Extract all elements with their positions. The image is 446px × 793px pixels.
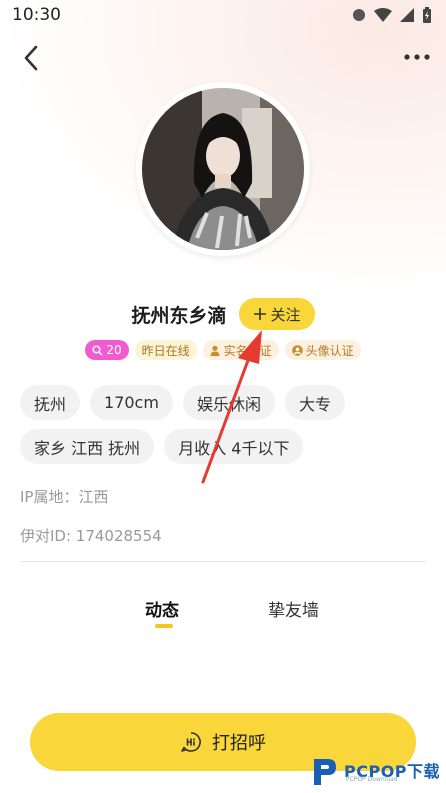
user-id: 伊对ID: 174028554 [20,527,162,545]
tag-city: 抚州 [20,385,81,420]
search-count-label: 20 [106,343,122,357]
chat-hi-icon [181,732,201,752]
signal-dot-icon [353,9,365,21]
real-name-verified-badge: 实名认证 [202,340,279,360]
status-time: 10:30 [12,5,61,25]
real-name-verified-label: 实名认证 [223,343,272,358]
more-options-icon[interactable] [404,50,430,64]
avatar-verified-label: 头像认证 [305,343,354,358]
avatar-photo [142,88,304,250]
search-icon [92,344,103,356]
online-status-badge: 昨日在线 [134,340,197,360]
watermark: PCPOP下载 PCPOP Download [310,752,446,788]
tab-active-indicator [155,624,173,628]
avatar-verified-icon [291,344,303,356]
battery-icon [423,7,431,23]
tag-hobby: 娱乐休闲 [182,385,275,420]
name-row: 抚州东乡滴 关注 [0,296,446,332]
person-verified-icon [210,345,220,356]
greet-button-label: 打招呼 [212,733,266,754]
tag-hometown: 家乡 江西 抚州 [20,429,155,464]
cell-signal-icon [400,8,414,22]
tag-education: 大专 [284,385,345,420]
profile-name: 抚州东乡滴 [131,304,227,327]
avatar[interactable] [142,88,304,250]
divider [20,561,426,562]
ip-location: IP属地：江西 [20,488,109,506]
avatar-verified-badge: 头像认证 [284,340,361,360]
plus-icon [253,308,266,320]
status-icons [352,7,432,23]
profile-tags: 抚州 170cm 娱乐休闲 大专 家乡 江西 抚州 月收入 4千以下 [20,385,430,464]
badges-row: 20 昨日在线 实名认证 头像认证 [0,339,446,361]
wifi-icon [374,8,392,22]
tag-height: 170cm [90,385,173,420]
tab-moments[interactable]: 动态 [145,596,179,621]
pcpop-logo-icon [314,759,336,785]
tag-income: 月收入 4千以下 [164,429,304,464]
watermark-sub: PCPOP Download [346,776,398,783]
tab-friend-wall[interactable]: 挚友墙 [268,596,319,621]
follow-button[interactable]: 关注 [238,298,315,330]
online-status-label: 昨日在线 [141,343,190,358]
follow-button-label: 关注 [270,305,301,324]
search-count-badge: 20 [85,340,129,360]
back-arrow-icon[interactable] [20,44,44,72]
avatar-frame[interactable] [136,82,310,256]
status-bar: 10:30 [0,0,446,30]
